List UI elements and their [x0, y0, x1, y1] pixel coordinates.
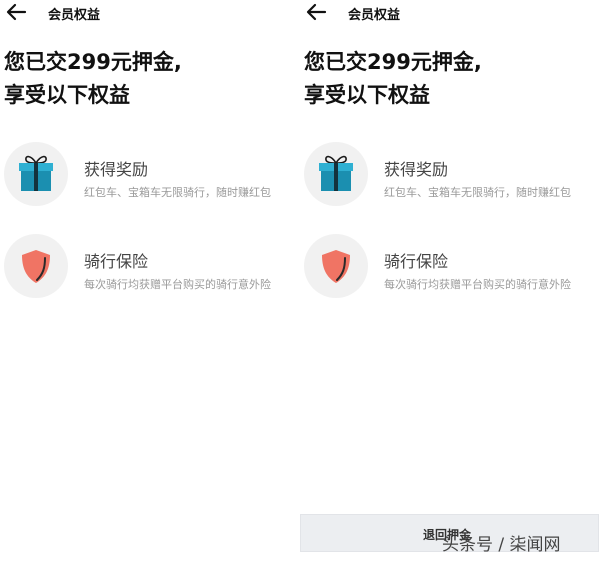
benefit-rewards: 获得奖励 红包车、宝箱车无限骑行，随时赚红包	[304, 142, 599, 208]
benefit-title: 获得奖励	[384, 160, 449, 179]
benefit-description: 每次骑行均获赠平台购买的骑行意外险	[384, 278, 571, 291]
gift-icon	[4, 142, 68, 206]
headline-line-1: 您已交299元押金,	[304, 50, 482, 74]
deposit-headline: 您已交299元押金, 享受以下权益	[304, 46, 482, 112]
benefit-title: 获得奖励	[84, 160, 149, 179]
headline-line-1: 您已交299元押金,	[4, 50, 182, 74]
shield-icon	[4, 234, 68, 298]
back-arrow-icon[interactable]	[4, 2, 28, 22]
benefit-description: 红包车、宝箱车无限骑行，随时赚红包	[84, 186, 271, 199]
benefit-rewards: 获得奖励 红包车、宝箱车无限骑行，随时赚红包	[4, 142, 299, 208]
screen-left: 会员权益 您已交299元押金, 享受以下权益 获得奖励 红包车、宝箱车无限骑行，…	[0, 0, 299, 561]
back-arrow-icon[interactable]	[304, 2, 328, 22]
benefit-insurance: 骑行保险 每次骑行均获赠平台购买的骑行意外险	[304, 234, 599, 300]
deposit-headline: 您已交299元押金, 享受以下权益	[4, 46, 182, 112]
top-bar: 会员权益	[300, 0, 599, 26]
top-bar: 会员权益	[0, 0, 299, 26]
screen-right: 会员权益 您已交299元押金, 享受以下权益 获得奖励 红包车、宝箱车无限骑行，…	[300, 0, 599, 561]
benefit-description: 每次骑行均获赠平台购买的骑行意外险	[84, 278, 271, 291]
watermark: 头条号 / 柒闻网	[442, 535, 561, 555]
page-title: 会员权益	[348, 8, 401, 23]
page-title: 会员权益	[48, 8, 101, 23]
shield-icon	[304, 234, 368, 298]
benefit-insurance: 骑行保险 每次骑行均获赠平台购买的骑行意外险	[4, 234, 299, 300]
benefit-title: 骑行保险	[384, 252, 449, 271]
benefit-title: 骑行保险	[84, 252, 149, 271]
headline-line-2: 享受以下权益	[304, 83, 430, 107]
benefit-description: 红包车、宝箱车无限骑行，随时赚红包	[384, 186, 571, 199]
headline-line-2: 享受以下权益	[4, 83, 130, 107]
gift-icon	[304, 142, 368, 206]
